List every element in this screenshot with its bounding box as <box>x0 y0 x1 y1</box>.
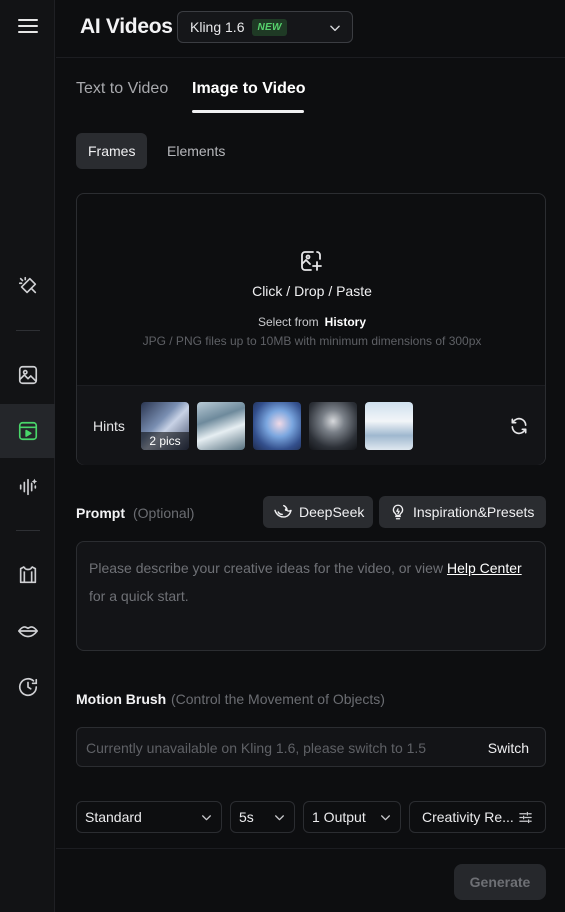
image-icon[interactable] <box>0 351 55 399</box>
video-icon[interactable] <box>0 404 55 458</box>
refresh-icon[interactable] <box>509 416 529 436</box>
mode-value: Standard <box>85 809 142 825</box>
header: AI Videos Kling 1.6 NEW <box>56 0 565 58</box>
prompt-label: Prompt <box>76 505 125 521</box>
add-image-icon <box>301 251 322 271</box>
chevron-down-icon <box>330 25 340 32</box>
sidebar <box>0 0 55 912</box>
select-from-label: Select from <box>257 315 319 329</box>
prompt-placeholder-tail: for a quick start. <box>89 588 189 604</box>
inspiration-label: Inspiration&Presets <box>413 504 535 520</box>
sliders-icon <box>519 811 532 824</box>
hint-thumbnail[interactable]: 2 pics <box>141 402 189 450</box>
chevron-down-icon <box>381 815 390 821</box>
subtab-frames[interactable]: Frames <box>76 133 147 169</box>
hints-bar: Hints 2 pics <box>77 385 545 465</box>
deepseek-label: DeepSeek <box>299 504 365 520</box>
history-icon[interactable] <box>0 663 55 711</box>
lips-icon[interactable] <box>0 607 55 655</box>
model-name: Kling 1.6 <box>190 19 245 35</box>
hint-thumbnail[interactable] <box>365 402 413 450</box>
duration-value: 5s <box>239 809 254 825</box>
whale-icon <box>274 504 292 518</box>
tab-image-to-video[interactable]: Image to Video <box>192 80 306 98</box>
output-count-select[interactable]: 1 Output <box>303 801 401 833</box>
tab-text-to-video[interactable]: Text to Video <box>76 80 168 98</box>
shirt-icon[interactable] <box>0 551 55 599</box>
chevron-down-icon <box>202 815 211 821</box>
page-title: AI Videos <box>80 15 173 38</box>
sidebar-divider <box>16 330 40 331</box>
motion-brush-label: Motion Brush <box>76 691 167 707</box>
upload-requirements: JPG / PNG files up to 10MB with minimum … <box>142 334 482 348</box>
hint-thumbnail[interactable] <box>197 402 245 450</box>
prompt-textarea[interactable]: Please describe your creative ideas for … <box>76 541 546 651</box>
hints-label: Hints <box>93 418 125 434</box>
inspiration-presets-button[interactable]: Inspiration&Presets <box>379 496 546 528</box>
menu-icon[interactable] <box>0 2 55 50</box>
hint-thumbnail[interactable] <box>309 402 357 450</box>
hint-thumbnail[interactable] <box>253 402 301 450</box>
lightbulb-icon <box>392 504 404 520</box>
motion-unavailable-text: Currently unavailable on Kling 1.6, plea… <box>86 740 427 756</box>
upload-cta: Click / Drop / Paste <box>252 283 372 299</box>
generate-button[interactable]: Generate <box>454 864 546 900</box>
new-badge: NEW <box>252 18 287 36</box>
prompt-placeholder: Please describe your creative ideas for … <box>89 560 444 576</box>
magic-wand-icon[interactable] <box>0 262 55 310</box>
motion-brush-box: Currently unavailable on Kling 1.6, plea… <box>76 727 546 767</box>
history-link[interactable]: History <box>325 315 366 329</box>
creativity-value: Creativity Re... <box>422 809 514 825</box>
thumb-count: 2 pics <box>141 432 189 450</box>
active-tab-indicator <box>192 110 304 113</box>
main-panel: AI Videos Kling 1.6 NEW Text to Video Im… <box>56 0 565 912</box>
switch-button[interactable]: Switch <box>488 740 529 756</box>
select-from-history: Select from History <box>77 315 547 329</box>
deepseek-button[interactable]: DeepSeek <box>263 496 373 528</box>
subtab-elements[interactable]: Elements <box>155 133 237 169</box>
prompt-optional: (Optional) <box>133 505 195 521</box>
mode-select[interactable]: Standard <box>76 801 222 833</box>
motion-brush-sub: (Control the Movement of Objects) <box>171 691 385 707</box>
footer-divider <box>56 848 565 849</box>
outputs-value: 1 Output <box>312 809 366 825</box>
creativity-settings-button[interactable]: Creativity Re... <box>409 801 546 833</box>
model-select[interactable]: Kling 1.6 NEW <box>177 11 353 43</box>
chevron-down-icon <box>275 815 284 821</box>
audio-icon[interactable] <box>0 463 55 511</box>
sidebar-divider <box>16 530 40 531</box>
help-center-link[interactable]: Help Center <box>447 560 522 576</box>
duration-select[interactable]: 5s <box>230 801 295 833</box>
image-upload-area[interactable]: Click / Drop / Paste Select from History … <box>76 193 546 465</box>
